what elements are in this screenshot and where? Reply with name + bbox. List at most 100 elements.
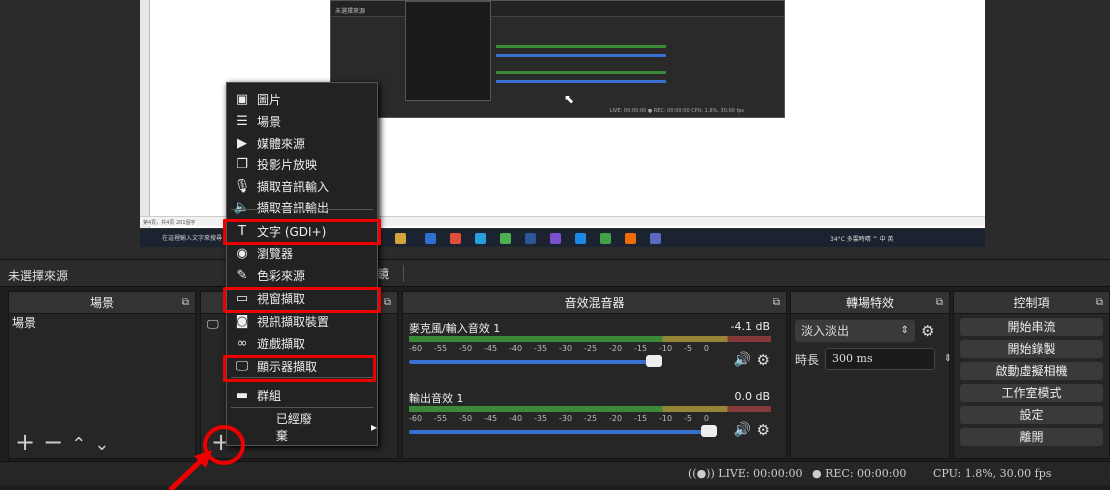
list-icon: ☰ [236, 113, 248, 129]
tick-label: -40 [509, 414, 523, 423]
dock-float-icon[interactable]: ⧉ [1096, 292, 1103, 314]
remove-scene-icon[interactable]: − [43, 428, 71, 456]
studio-mode-button[interactable]: 工作室模式 [960, 384, 1103, 402]
controls-header: 控制項 ⧉ [954, 292, 1109, 314]
duration-label: 時長 [795, 352, 820, 367]
brush-icon: ✎ [236, 267, 248, 283]
tick-label: -25 [584, 414, 598, 423]
tick-label: -55 [434, 414, 448, 423]
inner-mixer [496, 31, 666, 91]
scenes-header: 場景 ⧉ [9, 292, 195, 314]
volume-slider[interactable] [409, 430, 709, 434]
microphone-icon: 🎙 [233, 178, 251, 194]
tick-label: -35 [534, 414, 548, 423]
start-streaming-button[interactable]: 開始串流 [960, 318, 1103, 336]
speaker-icon[interactable]: 🔊 [734, 422, 751, 438]
menu-item[interactable]: 已經廢棄 ▸ [253, 412, 377, 443]
highlight-display-capture [223, 355, 376, 382]
tick-label: -15 [634, 414, 648, 423]
taskbar-app-icon [475, 233, 486, 244]
mouse-cursor-icon: ⬉ [564, 92, 575, 106]
move-up-icon[interactable]: ⌃ [71, 434, 94, 455]
menu-item[interactable]: ▶ 媒體來源 [233, 133, 305, 153]
no-source-label: 未選擇來源 [8, 269, 69, 283]
menu-item[interactable]: ▣ 圖片 [233, 89, 281, 109]
image-icon: ▣ [235, 91, 249, 107]
speaker-icon[interactable]: 🔊 [734, 352, 751, 368]
tick-label: -40 [509, 344, 523, 353]
channel-name: 麥克風/輸入音效 1 [409, 322, 501, 335]
taskbar-app-icon [450, 233, 461, 244]
inner-obs-window: 未選擇來源 LIVE: 00:00:00 ● REC: 00:00:00 CPU… [330, 0, 785, 118]
tick-label: -60 [409, 414, 423, 423]
gear-icon[interactable]: ⚙ [921, 322, 934, 340]
virtual-camera-button[interactable]: 啟動虛擬相機 [960, 362, 1103, 380]
menu-item-label: 已經廢棄 [275, 412, 312, 443]
scene-item[interactable]: 場景 [9, 314, 195, 332]
menu-item[interactable]: 🎙 擷取音訊輸入 [233, 176, 329, 196]
channel-db: 0.0 dB [734, 390, 770, 403]
source-toolbar: 未選擇來源 鏡 [0, 259, 1110, 287]
taskbar-search: 在這裡輸入文字來搜尋 [162, 235, 223, 242]
tick-label: -25 [584, 344, 598, 353]
menu-item-label: 場景 [257, 114, 282, 129]
menu-item[interactable]: 🔈 擷取音訊輸出 [233, 197, 329, 217]
tick-label: -20 [609, 344, 623, 353]
folder-icon: ▬ [235, 387, 249, 403]
inner-status: LIVE: 00:00:00 ● REC: 00:00:00 CPU: 1.8%… [609, 108, 744, 114]
mixer-dock: 音效混音器 ⧉ 麥克風/輸入音效 1 -4.1 dB -60 -55 -50 -45 -4… [402, 291, 787, 459]
taskbar-app-icon [425, 233, 436, 244]
taskbar-tray: 34°C 多雲時晴 ^ 中 英 [830, 236, 894, 243]
dock-float-icon[interactable]: ⧉ [936, 292, 943, 314]
taskbar-app-icon [395, 233, 406, 244]
exit-button[interactable]: 離開 [960, 428, 1103, 446]
menu-item[interactable]: ❐ 投影片放映 [233, 154, 317, 174]
tick-label: -30 [559, 344, 573, 353]
menu-item[interactable]: ◉ 瀏覽器 [233, 243, 293, 263]
move-down-icon[interactable]: ⌄ [94, 434, 117, 455]
tick-label: -10 [659, 344, 673, 353]
menu-item[interactable]: ✎ 色彩來源 [233, 265, 305, 285]
taskbar-app-icon [550, 233, 561, 244]
submenu-arrow-icon: ▸ [370, 420, 377, 434]
add-scene-icon[interactable]: + [15, 428, 43, 456]
mixer-channel: 麥克風/輸入音效 1 -4.1 dB -60 -55 -50 -45 -40 -35 -30… [403, 314, 786, 384]
settings-button[interactable]: 設定 [960, 406, 1103, 424]
menu-item-label: 視訊擷取裝置 [257, 314, 330, 329]
tick-label: -60 [409, 344, 423, 353]
dock-float-icon[interactable]: ⧉ [182, 292, 189, 314]
menu-item-label: 媒體來源 [257, 136, 306, 151]
tick-label: -35 [534, 344, 548, 353]
dock-float-icon[interactable]: ⧉ [384, 292, 391, 314]
tick-label: -20 [609, 414, 623, 423]
add-source-menu: ▣ 圖片 ☰ 場景 ▶ 媒體來源 ❐ 投影片放映 🎙 擷取音訊輸入 🔈 擷取音訊輸出 T 文字 (GDI+… [226, 82, 378, 446]
menu-item-label: 擷取音訊輸入 [257, 179, 330, 194]
duration-input[interactable]: 300 ms [825, 348, 952, 370]
dock-float-icon[interactable]: ⧉ [773, 292, 780, 314]
menu-item[interactable]: ☰ 場景 [233, 111, 281, 131]
speaker-icon: 🔈 [233, 199, 251, 215]
taskbar-app-icon [525, 233, 536, 244]
gear-icon[interactable]: ⚙ [757, 421, 770, 439]
taskbar-app-icon [650, 233, 661, 244]
transition-select[interactable]: 淡入淡出 [795, 320, 915, 342]
preview-area: 未選擇來源 LIVE: 00:00:00 ● REC: 00:00:00 CPU… [0, 0, 1110, 259]
menu-item[interactable]: ◙ 視訊擷取裝置 [233, 311, 329, 331]
transitions-dock: 轉場特效⧉ 淡入淡出 ⚙ 時長 300 ms [790, 291, 952, 459]
controls-dock: 控制項 ⧉ 開始串流 開始錄製 啟動虛擬相機 工作室模式 設定 離開 [953, 291, 1110, 459]
mixer-channel: 輸出音效 1 0.0 dB -60 -55 -50 -45 -40 -35 -30 -25 -2… [403, 384, 786, 454]
menu-separator [231, 407, 373, 408]
menu-item[interactable]: ∞ 遊戲擷取 [233, 333, 305, 353]
scenes-dock: 場景 ⧉ 場景 +−⌃⌄ [8, 291, 196, 459]
menu-item[interactable]: ▬ 群組 [233, 385, 281, 405]
start-recording-button[interactable]: 開始錄製 [960, 340, 1103, 358]
gear-icon[interactable]: ⚙ [757, 351, 770, 369]
tick-label: -45 [484, 414, 498, 423]
tick-label: -50 [459, 414, 473, 423]
tick-label: -50 [459, 344, 473, 353]
filters-button[interactable]: 鏡 [377, 265, 405, 282]
volume-slider-handle[interactable] [700, 425, 717, 437]
menu-item-label: 群組 [257, 388, 282, 403]
volume-slider-handle[interactable] [645, 355, 662, 367]
volume-slider[interactable] [409, 360, 654, 364]
